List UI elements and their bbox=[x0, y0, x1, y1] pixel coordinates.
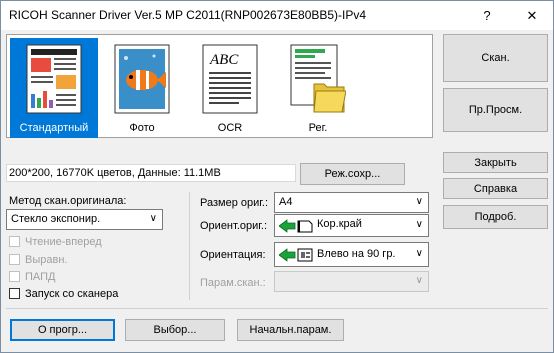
bottom-divider bbox=[6, 308, 548, 309]
photo-fish-icon bbox=[114, 44, 170, 114]
original-orientation-label: Ориент.ориг.: bbox=[200, 220, 268, 232]
preview-button[interactable]: Пр.Просм. bbox=[443, 88, 548, 132]
orientation-label: Ориентация: bbox=[200, 249, 266, 261]
scan-method-label: Метод скан.оригинала: bbox=[9, 195, 127, 207]
checkbox-box bbox=[9, 288, 20, 299]
original-size-label: Размер ориг.: bbox=[200, 197, 269, 209]
mode-register[interactable]: Рег. bbox=[274, 38, 362, 138]
title-bar: RICOH Scanner Driver Ver.5 MP C2011(RNP0… bbox=[1, 1, 553, 30]
select-scanner-button[interactable]: Выбор... bbox=[125, 319, 225, 341]
prefetch-label: Чтение-вперед bbox=[25, 236, 102, 248]
orientation-value: Влево на 90 гр. bbox=[317, 248, 396, 260]
scan-mode-panel: Стандартный Фото ABC OCR Рег. bbox=[6, 34, 433, 138]
scan-param-select[interactable]: ∨ bbox=[274, 271, 429, 292]
prefetch-checkbox[interactable]: Чтение-вперед bbox=[9, 236, 102, 248]
chevron-down-icon: ∨ bbox=[415, 248, 423, 259]
mode-ocr-label: OCR bbox=[217, 122, 243, 134]
chevron-down-icon: ∨ bbox=[415, 196, 423, 207]
chevron-down-icon: ∨ bbox=[415, 219, 423, 230]
mode-photo-label: Фото bbox=[129, 122, 155, 134]
close-button[interactable]: Закрыть bbox=[443, 152, 548, 173]
chevron-down-icon: ∨ bbox=[149, 213, 157, 224]
orientation-select[interactable]: Влево на 90 гр. ∨ bbox=[274, 242, 429, 267]
scan-method-value: Стекло экспонир. bbox=[11, 213, 101, 225]
scan-param-label: Парам.скан.: bbox=[200, 277, 266, 289]
scan-info-display: 200*200, 16770K цветов, Данные: 11.1MB bbox=[6, 164, 296, 182]
document-standard-icon bbox=[26, 44, 82, 114]
scanner-driver-window: RICOH Scanner Driver Ver.5 MP C2011(RNP0… bbox=[0, 0, 554, 353]
scan-button[interactable]: Скан. bbox=[443, 34, 548, 82]
mode-standard[interactable]: Стандартный bbox=[10, 38, 98, 138]
register-folder-icon bbox=[290, 44, 346, 113]
vertical-divider bbox=[189, 192, 190, 300]
scan-method-select[interactable]: Стекло экспонир. ∨ bbox=[6, 209, 163, 230]
close-icon[interactable]: ✕ bbox=[512, 1, 552, 30]
start-from-scanner-label: Запуск со сканера bbox=[25, 288, 119, 300]
checkbox-box bbox=[9, 254, 20, 265]
about-button[interactable]: О прогр... bbox=[10, 319, 115, 341]
mode-register-label: Рег. bbox=[308, 122, 328, 134]
original-orientation-value: Кор.край bbox=[317, 218, 362, 230]
mode-ocr[interactable]: ABC OCR bbox=[186, 38, 274, 138]
feed-edge-icon bbox=[279, 219, 313, 233]
ocr-abc-icon: ABC bbox=[202, 44, 258, 114]
ocr-abc-text: ABC bbox=[209, 52, 239, 68]
default-settings-button[interactable]: Начальн.парам. bbox=[237, 319, 344, 341]
help-title-button[interactable]: ? bbox=[467, 1, 507, 30]
details-button[interactable]: Подроб. bbox=[443, 205, 548, 229]
deskew-checkbox[interactable]: Выравн. bbox=[9, 254, 67, 266]
help-button[interactable]: Справка bbox=[443, 178, 548, 199]
checkbox-box bbox=[9, 271, 20, 282]
chevron-down-icon: ∨ bbox=[415, 275, 423, 286]
adf-checkbox[interactable]: ПАПД bbox=[9, 271, 55, 283]
save-mode-button[interactable]: Реж.сохр... bbox=[300, 163, 405, 185]
original-size-value: A4 bbox=[279, 196, 293, 208]
adf-label: ПАПД bbox=[25, 271, 56, 283]
deskew-label: Выравн. bbox=[25, 254, 68, 266]
mode-standard-label: Стандартный bbox=[19, 122, 89, 134]
mode-photo[interactable]: Фото bbox=[98, 38, 186, 138]
checkbox-box bbox=[9, 236, 20, 247]
original-orientation-select[interactable]: Кор.край ∨ bbox=[274, 214, 429, 237]
original-size-select[interactable]: A4 ∨ bbox=[274, 192, 429, 213]
rotate-left-icon bbox=[279, 248, 313, 262]
start-from-scanner-checkbox[interactable]: Запуск со сканера bbox=[9, 288, 118, 300]
window-title: RICOH Scanner Driver Ver.5 MP C2011(RNP0… bbox=[9, 8, 367, 22]
